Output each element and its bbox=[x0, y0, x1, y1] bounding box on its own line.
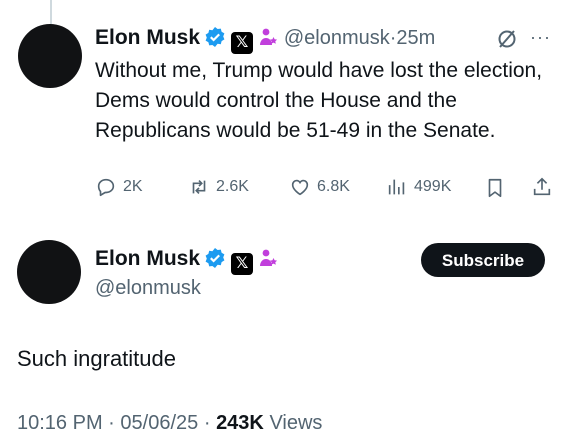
like-button[interactable]: 6.8K bbox=[289, 176, 350, 198]
tweet1-header: Elon Musk 𝕏 @elonmusk·25m bbox=[95, 26, 435, 54]
timestamp[interactable]: 25m bbox=[396, 27, 435, 49]
author-handle[interactable]: @elonmusk bbox=[284, 27, 390, 49]
repost-count: 2.6K bbox=[216, 178, 249, 195]
share-icon[interactable] bbox=[531, 176, 553, 198]
bookmark-icon[interactable] bbox=[484, 177, 506, 199]
x-badge-icon: 𝕏 bbox=[230, 253, 253, 275]
views-button[interactable]: 499K bbox=[386, 176, 451, 198]
views-total[interactable]: 243K bbox=[216, 412, 264, 434]
affiliate-icon bbox=[260, 28, 278, 45]
tweet-text: Such ingratitude bbox=[17, 346, 176, 371]
separator: · bbox=[108, 412, 115, 434]
separator: · bbox=[203, 412, 211, 434]
tweet2-header: Elon Musk 𝕏 bbox=[95, 247, 279, 275]
author-name[interactable]: Elon Musk bbox=[95, 247, 200, 270]
views-icon bbox=[388, 179, 405, 195]
author-handle[interactable]: @elonmusk bbox=[95, 277, 201, 300]
views-label: Views bbox=[269, 412, 323, 434]
post-date[interactable]: 05/06/25 bbox=[120, 412, 198, 434]
verified-icon bbox=[206, 27, 225, 47]
subscribe-button[interactable]: Subscribe bbox=[421, 243, 545, 277]
reply-count: 2K bbox=[123, 178, 143, 195]
reply-icon bbox=[97, 178, 115, 197]
repost-icon bbox=[192, 179, 206, 195]
more-icon[interactable]: ··· bbox=[530, 27, 554, 47]
affiliate-icon bbox=[260, 249, 278, 266]
author-name[interactable]: Elon Musk bbox=[95, 26, 200, 49]
reply-button[interactable]: 2K bbox=[95, 176, 143, 198]
like-count: 6.8K bbox=[317, 178, 350, 195]
repost-button[interactable]: 2.6K bbox=[188, 176, 249, 198]
x-badge-icon: 𝕏 bbox=[230, 32, 253, 54]
verified-icon bbox=[206, 248, 225, 268]
tweet-meta: 10:16 PM · 05/06/25 · 243K Views bbox=[17, 412, 322, 435]
like-icon bbox=[291, 179, 309, 196]
avatar[interactable] bbox=[17, 240, 81, 304]
views-count: 499K bbox=[414, 178, 452, 195]
avatar[interactable] bbox=[18, 24, 82, 88]
thread-line bbox=[50, 0, 52, 24]
post-time[interactable]: 10:16 PM bbox=[17, 412, 103, 434]
tweet-text: Without me, Trump would have lost the el… bbox=[95, 59, 543, 142]
grok-icon[interactable] bbox=[496, 28, 518, 50]
